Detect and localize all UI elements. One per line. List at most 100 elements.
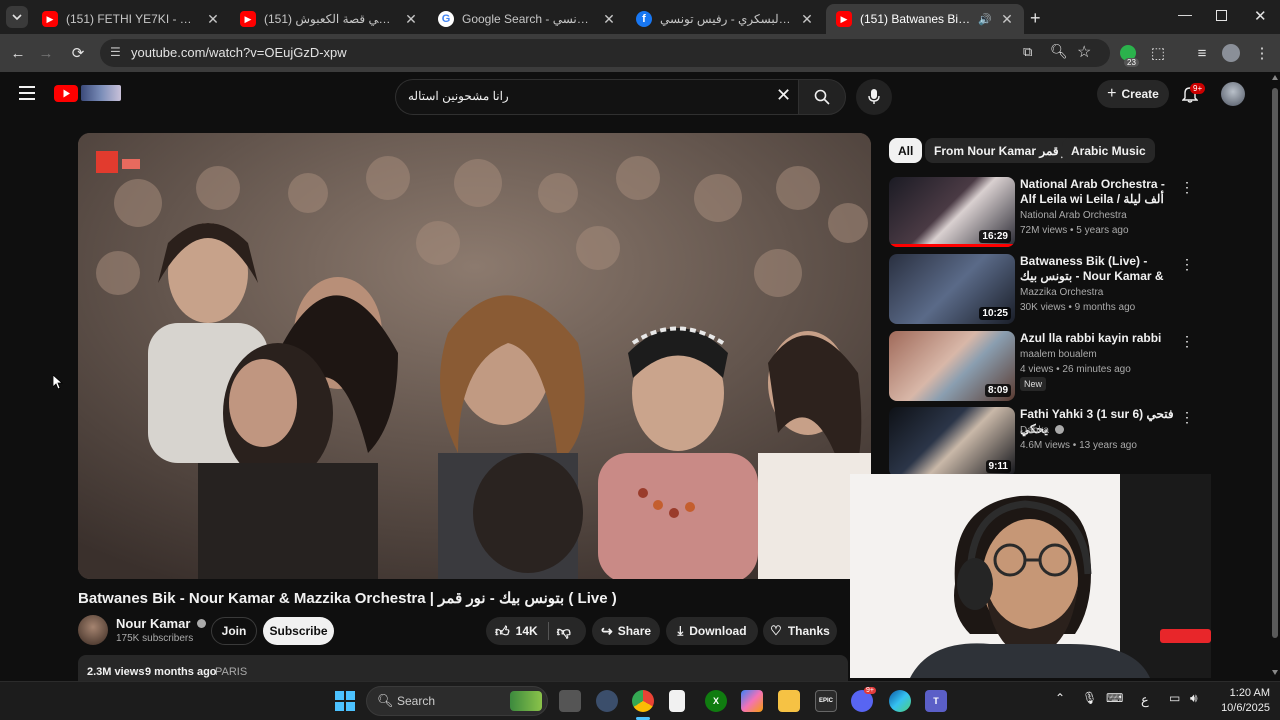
browser-toolbar: ← → ⟳ ☰ youtube.com/watch?v=OEujGzD-xpw … [0, 34, 1280, 72]
site-info-icon[interactable]: ☰ [110, 45, 121, 59]
install-app-icon[interactable]: ⧉ [1023, 44, 1032, 60]
join-button[interactable]: Join [211, 617, 257, 645]
view-count: 2.3M views [87, 666, 145, 678]
channel-avatar[interactable] [78, 615, 108, 645]
thanks-button[interactable]: ♡ Thanks [763, 617, 837, 645]
profile-avatar[interactable] [1221, 43, 1241, 63]
recommendation-item[interactable]: 8:09 Azul lla rabbi kayin rabbi maalem b… [889, 331, 1259, 403]
chrome-app-icon[interactable] [632, 690, 654, 712]
windows-taskbar: 🔍︎ Search X EPIC 9+ T ⌃ 🎙︎ ⌨ ع ▭ 🔊︎ 1:20… [0, 681, 1280, 720]
share-button[interactable]: ↪ Share [592, 617, 660, 645]
tab-batwanes-bik[interactable]: ▶ (151) Batwanes Bik - Nour Kamar 🔊 ✕ [826, 4, 1024, 34]
video-thumbnail[interactable]: 16:29 [889, 177, 1015, 247]
close-tab-icon[interactable]: ✕ [206, 11, 220, 28]
location-tag[interactable]: PARIS [215, 666, 247, 678]
create-button[interactable]: + Create [1097, 80, 1169, 108]
channel-name[interactable]: Nour Kamar [116, 616, 207, 631]
like-button[interactable]: 👍︎ 14K [486, 623, 538, 640]
voice-search-button[interactable] [856, 79, 892, 115]
back-arrow-icon[interactable]: ← [8, 43, 28, 63]
microphone-icon [868, 89, 880, 104]
reload-icon[interactable]: ⟳ [68, 43, 88, 63]
new-badge: New [1020, 377, 1047, 391]
file-icon[interactable] [669, 690, 685, 712]
description-box[interactable]: 2.3M views 9 months ago PARIS [78, 655, 848, 681]
more-options-icon[interactable]: ⋮ [1180, 333, 1194, 350]
extensions-puzzle-icon[interactable]: ⬚ [1148, 43, 1168, 63]
windows-start-icon[interactable] [335, 691, 355, 711]
youtube-icon: ▶ [42, 11, 58, 27]
xbox-app-icon[interactable]: X [705, 690, 727, 712]
video-duration: 10:25 [979, 307, 1011, 320]
scrollbar-thumb[interactable] [1272, 88, 1278, 638]
forward-arrow-icon[interactable]: → [36, 43, 56, 63]
taskbar-search-box[interactable]: 🔍︎ Search [366, 686, 548, 716]
youtube-logo[interactable] [54, 84, 122, 102]
close-tab-icon[interactable]: ✕ [1000, 11, 1014, 28]
scroll-down-arrow[interactable] [1272, 670, 1278, 675]
recommendation-item[interactable]: 10:25 Batwaness Bik (Live) - بتونس بيك -… [889, 254, 1259, 326]
show-hidden-icons-chevron[interactable]: ⌃ [1055, 691, 1065, 705]
dislike-button[interactable]: 👎︎ [557, 623, 571, 640]
doodle-logo [81, 85, 121, 101]
tab-fethi-ye7ki[interactable]: ▶ (151) FETHI YE7KI - YouTube ✕ [32, 4, 230, 34]
epic-games-icon[interactable]: EPIC [815, 690, 837, 712]
channel-name: Dahka [1020, 425, 1049, 436]
create-label: Create [1121, 87, 1159, 101]
more-options-icon[interactable]: ⋮ [1180, 256, 1194, 273]
keyboard-tray-icon[interactable]: ⌨ [1106, 691, 1123, 705]
media-control-icon[interactable]: ≡ [1192, 43, 1212, 63]
chip-all[interactable]: All [889, 138, 923, 163]
video-thumbnail[interactable]: 8:09 [889, 331, 1015, 401]
address-bar[interactable]: ☰ youtube.com/watch?v=OEujGzD-xpw ⧉ 🔍︎ ☆ [100, 39, 1110, 67]
task-view-icon[interactable] [559, 690, 581, 712]
page-scrollbar[interactable] [1270, 72, 1280, 681]
restore-button[interactable] [1216, 10, 1227, 21]
youtube-icon: ▶ [240, 11, 256, 27]
copilot-color-icon[interactable] [741, 690, 763, 712]
scroll-up-arrow[interactable] [1272, 75, 1278, 80]
new-tab-button[interactable]: + [1030, 8, 1041, 29]
minimize-button[interactable]: — [1178, 6, 1192, 22]
clear-search-icon[interactable]: ✕ [776, 85, 791, 106]
account-avatar[interactable] [1221, 82, 1245, 106]
teams-app-icon[interactable]: T [925, 690, 947, 712]
recommendation-item[interactable]: 9:11 Fathi Yahki 3 (1 sur 6) فتحي يحكي D… [889, 407, 1259, 479]
close-tab-icon[interactable]: ✕ [602, 11, 616, 28]
subscribe-button[interactable]: Subscribe [263, 617, 334, 645]
tab-search-button[interactable] [6, 6, 28, 28]
video-thumbnail[interactable]: 9:11 [889, 407, 1015, 477]
copilot-app-icon[interactable] [596, 690, 618, 712]
search-button[interactable] [798, 79, 846, 115]
tab-title: المطبخ البسكري - رفيس تونسي [660, 12, 792, 26]
close-tab-icon[interactable]: ✕ [404, 11, 418, 28]
close-tab-icon[interactable]: ✕ [800, 11, 814, 28]
video-thumbnail[interactable]: 10:25 [889, 254, 1015, 324]
microphone-tray-icon[interactable]: 🎙︎ [1082, 691, 1097, 705]
search-input[interactable]: رانا مشحونين استاله ✕ [395, 79, 799, 115]
edge-browser-icon[interactable] [889, 690, 911, 712]
clock[interactable]: 1:20 AM 10/6/2025 [1212, 686, 1270, 716]
download-button[interactable]: ⤓ Download [666, 617, 758, 645]
close-window-button[interactable]: ✕ [1254, 7, 1267, 25]
more-options-icon[interactable]: ⋮ [1180, 409, 1194, 426]
verified-badge-icon [1054, 425, 1064, 434]
speaker-icon[interactable]: 🔊 [978, 13, 992, 26]
recommendation-title: Azul lla rabbi kayin rabbi [1020, 331, 1162, 345]
bookmark-star-icon[interactable]: ☆ [1077, 42, 1091, 62]
more-options-icon[interactable]: ⋮ [1180, 179, 1194, 196]
tab-facebook[interactable]: f المطبخ البسكري - رفيس تونسي ✕ [626, 4, 824, 34]
recommendation-item[interactable]: 16:29 National Arab Orchestra - Alf Leil… [889, 177, 1259, 249]
zoom-icon[interactable]: 🔍︎ [1050, 43, 1068, 60]
hamburger-menu-icon[interactable] [19, 86, 35, 100]
verified-badge-icon [197, 619, 207, 628]
chip-arabic-music[interactable]: Arabic Music [1062, 138, 1155, 163]
volume-icon[interactable]: 🔊︎ [1190, 691, 1198, 706]
file-explorer-icon[interactable] [778, 690, 800, 712]
tab-google-search[interactable]: G Google Search - رفيس تونسي ✕ [428, 4, 626, 34]
tab-fathi-kaabouch[interactable]: ▶ (151) فتحي يحكي قصة الكعبوش ✕ [230, 4, 428, 34]
browser-menu-icon[interactable]: ⋮ [1252, 43, 1272, 63]
network-icon[interactable]: ▭ [1169, 691, 1180, 705]
input-language[interactable]: ع [1141, 692, 1149, 708]
video-player[interactable] [78, 133, 871, 579]
